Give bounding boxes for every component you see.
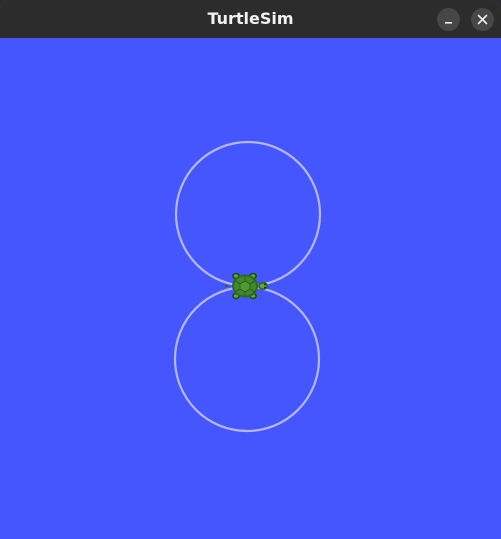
close-button[interactable] bbox=[471, 8, 494, 31]
window-title: TurtleSim bbox=[207, 9, 294, 28]
minimize-icon bbox=[445, 22, 452, 24]
pen-trail-upper-loop bbox=[174, 140, 322, 288]
turtlesim-window: TurtleSim bbox=[0, 0, 501, 539]
title-bar[interactable]: TurtleSim bbox=[0, 0, 501, 39]
turtle-canvas[interactable] bbox=[0, 38, 501, 539]
drawing-surface bbox=[173, 140, 322, 433]
minimize-button[interactable] bbox=[437, 8, 460, 31]
close-icon bbox=[477, 14, 488, 25]
turtle-icon[interactable] bbox=[225, 272, 268, 300]
pen-trail-lower-loop bbox=[173, 285, 321, 433]
